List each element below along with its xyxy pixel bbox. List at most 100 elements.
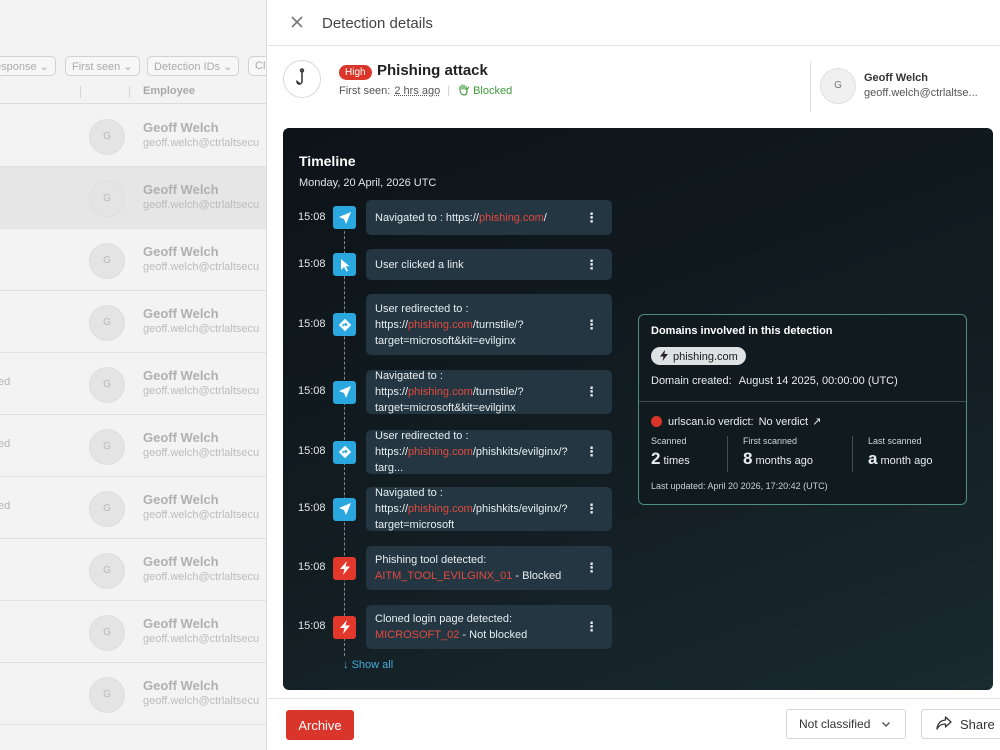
employee-column-header: Employee — [143, 85, 195, 97]
user-avatar: G — [820, 68, 856, 104]
employee-email: geoff.welch@ctrlaltsecu — [143, 509, 260, 521]
classification-select[interactable]: Not classified — [786, 709, 906, 739]
urlscan-icon — [651, 416, 662, 427]
event-text-part: - Not blocked — [459, 629, 528, 641]
redirect-icon — [333, 440, 356, 464]
verdict-label: urlscan.io verdict: — [668, 415, 754, 428]
navigate-icon — [333, 497, 356, 521]
more-options-icon[interactable]: ⋮ — [585, 619, 598, 635]
panel-footer: Archive Not classified Share — [267, 698, 1000, 750]
event-text-part: Navigated to : https:// — [375, 211, 479, 224]
background-detections-list: esponse ⌄ First seen ⌄ Detection IDs ⌄ C… — [0, 0, 268, 750]
timeline-event[interactable]: Navigated to : https://phishing.com/turn… — [366, 370, 612, 414]
table-row[interactable]: G Geoff Welch geoff.welch@ctrlaltsecu — [0, 105, 268, 167]
table-row[interactable]: ed G Geoff Welch geoff.welch@ctrlaltsecu — [0, 415, 268, 477]
timeline-event[interactable]: User redirected to : https://phishing.co… — [366, 294, 612, 355]
first-seen-row: First seen: 2 hrs ago | Blocked — [339, 83, 512, 99]
more-options-icon[interactable]: ⋮ — [585, 257, 598, 273]
classification-value: Not classified — [799, 717, 871, 731]
employee-name: Geoff Welch — [143, 182, 219, 197]
filter-response[interactable]: esponse ⌄ — [0, 56, 56, 76]
timeline-event[interactable]: Navigated to : https://phishing.com/ ⋮ — [366, 200, 612, 235]
stat-label: Last scanned — [868, 436, 922, 446]
user-name: Geoff Welch — [864, 72, 928, 84]
navigate-icon — [333, 380, 356, 404]
stat-value: a — [868, 449, 878, 468]
timeline-event[interactable]: User redirected to : https://phishing.co… — [366, 430, 612, 474]
table-row[interactable]: G Geoff Welch geoff.welch@ctrlaltsecu — [0, 663, 268, 725]
timeline-card: Timeline Monday, 20 April, 2026 UTC 15:0… — [283, 128, 993, 690]
timeline-event[interactable]: User clicked a link ⋮ — [366, 249, 612, 280]
event-text-part: Phishing tool detected: — [375, 554, 487, 566]
timeline-event[interactable]: Cloned login page detected: MICROSOFT_02 … — [366, 605, 612, 649]
employee-name: Geoff Welch — [143, 120, 219, 135]
avatar: G — [89, 305, 125, 341]
navigate-icon — [333, 206, 356, 229]
severity-badge: High — [339, 65, 372, 80]
share-icon — [936, 715, 952, 733]
table-row[interactable]: G Geoff Welch geoff.welch@ctrlaltsecu — [0, 229, 268, 291]
chevron-down-icon — [881, 718, 891, 732]
user-email: geoff.welch@ctrlaltse... — [864, 87, 978, 99]
domain-created: Domain created: August 14 2025, 00:00:00… — [651, 375, 898, 387]
stat-label: Scanned — [651, 436, 687, 446]
event-time: 15:08 — [298, 502, 326, 514]
filter-classification[interactable]: Cl — [248, 56, 268, 76]
stat-unit: months ago — [755, 455, 813, 467]
divider: | — [447, 85, 451, 97]
domains-title: Domains involved in this detection — [651, 325, 833, 337]
filter-first-seen[interactable]: First seen ⌄ — [65, 56, 140, 76]
employee-name: Geoff Welch — [143, 430, 219, 445]
hand-blocked-icon — [457, 83, 470, 99]
more-options-icon[interactable]: ⋮ — [585, 560, 598, 576]
avatar: G — [89, 677, 125, 713]
table-row[interactable]: G Geoff Welch geoff.welch@ctrlaltsecu — [0, 167, 268, 229]
divider — [810, 62, 811, 112]
more-options-icon[interactable]: ⋮ — [585, 210, 598, 226]
filter-detection-ids[interactable]: Detection IDs ⌄ — [147, 56, 240, 76]
employee-name: Geoff Welch — [143, 678, 219, 693]
more-options-icon[interactable]: ⋮ — [585, 444, 598, 460]
show-all-link[interactable]: ↓ Show all — [343, 659, 393, 671]
domain-chip[interactable]: phishing.com — [651, 347, 746, 365]
more-options-icon[interactable]: ⋮ — [585, 501, 598, 517]
table-row[interactable]: G Geoff Welch geoff.welch@ctrlaltsecu — [0, 539, 268, 601]
table-row[interactable]: ed G Geoff Welch geoff.welch@ctrlaltsecu — [0, 477, 268, 539]
share-button[interactable]: Share — [921, 709, 1000, 739]
timeline-title: Timeline — [299, 153, 356, 169]
event-time: 15:08 — [298, 317, 326, 330]
stat-label: First scanned — [743, 436, 798, 446]
avatar: G — [89, 243, 125, 279]
avatar: G — [89, 119, 125, 155]
avatar: G — [89, 181, 125, 217]
employee-email: geoff.welch@ctrlaltsecu — [143, 199, 260, 211]
verdict-value[interactable]: No verdict — [759, 416, 809, 428]
column-divider — [80, 86, 81, 98]
stat-scanned: Scanned 2 times — [651, 436, 690, 469]
divider — [639, 401, 966, 402]
status-blocked: Blocked — [473, 85, 513, 97]
external-link-icon[interactable]: ↗ — [812, 415, 821, 428]
employee-email: geoff.welch@ctrlaltsecu — [143, 137, 260, 149]
urlscan-verdict: urlscan.io verdict: No verdict ↗ — [651, 415, 821, 428]
more-options-icon[interactable]: ⋮ — [585, 384, 598, 400]
employee-email: geoff.welch@ctrlaltsecu — [143, 385, 260, 397]
response-cell: ed — [0, 438, 11, 450]
response-cell: ed — [0, 500, 11, 512]
close-icon[interactable] — [287, 13, 307, 33]
timeline-event[interactable]: Navigated to : https://phishing.com/phis… — [366, 487, 612, 531]
table-row[interactable]: ed G Geoff Welch geoff.welch@ctrlaltsecu — [0, 353, 268, 415]
stat-value: 2 — [651, 449, 661, 468]
event-highlight: phishing.com — [408, 386, 473, 398]
timeline-event[interactable]: Phishing tool detected: AITM_TOOL_EVILGIN… — [366, 546, 612, 590]
avatar: G — [89, 553, 125, 589]
table-row[interactable]: G Geoff Welch geoff.welch@ctrlaltsecu — [0, 601, 268, 663]
table-row[interactable]: G Geoff Welch geoff.welch@ctrlaltsecu — [0, 291, 268, 353]
more-options-icon[interactable]: ⋮ — [585, 317, 598, 333]
event-text-part: - Blocked — [512, 570, 562, 582]
first-seen-value[interactable]: 2 hrs ago — [394, 85, 440, 97]
detection-summary: High Phishing attack First seen: 2 hrs a… — [267, 46, 1000, 116]
timeline-date: Monday, 20 April, 2026 UTC — [299, 177, 437, 189]
archive-button[interactable]: Archive — [286, 710, 354, 740]
event-time: 15:08 — [298, 385, 326, 397]
